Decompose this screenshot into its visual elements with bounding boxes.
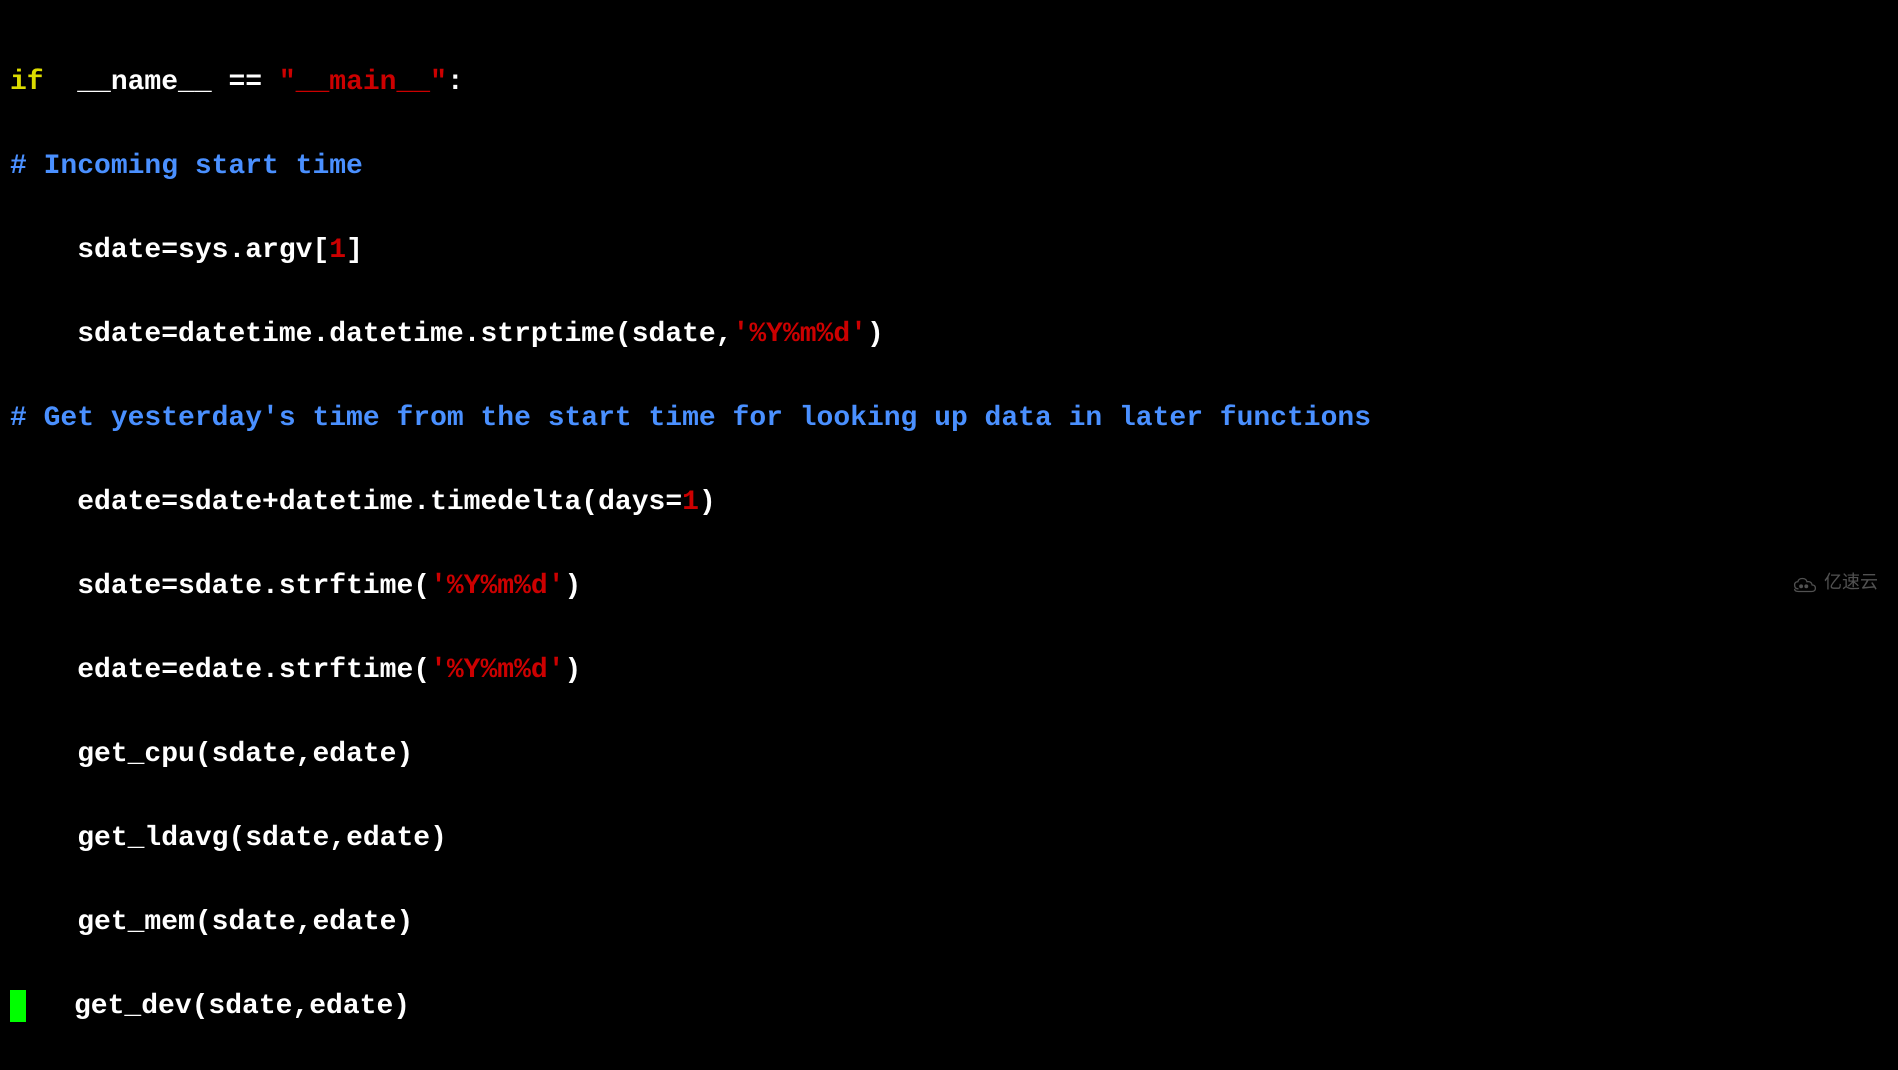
comment-yesterday: # Get yesterday's time from the start ti…	[10, 403, 1371, 434]
code-line-11: get_mem(sdate,edate)	[10, 902, 1888, 944]
get-cpu-call: get_cpu(sdate,edate)	[77, 739, 413, 770]
code-block: if __name__ == "__main__": # Incoming st…	[10, 20, 1888, 1070]
sdate-strptime: sdate=datetime.datetime.strptime(sdate,	[77, 319, 732, 350]
code-line-9: get_cpu(sdate,edate)	[10, 734, 1888, 776]
number-1: 1	[329, 235, 346, 266]
code-line-2: # Incoming start time	[10, 146, 1888, 188]
get-mem-call: get_mem(sdate,edate)	[77, 907, 413, 938]
watermark: 亿速云	[1792, 571, 1878, 598]
sdate-strftime: sdate=sdate.strftime(	[77, 571, 430, 602]
edate-timedelta: edate=sdate+datetime.timedelta(days=	[77, 487, 682, 518]
code-line-10: get_ldavg(sdate,edate)	[10, 818, 1888, 860]
code-line-8: edate=edate.strftime('%Y%m%d')	[10, 650, 1888, 692]
string-ymd-3: '%Y%m%d'	[430, 655, 564, 686]
sdate-argv: sdate=sys.argv[	[77, 235, 329, 266]
code-line-5: # Get yesterday's time from the start ti…	[10, 398, 1888, 440]
number-1b: 1	[682, 487, 699, 518]
string-ymd-2: '%Y%m%d'	[430, 571, 564, 602]
name-eq: __name__ ==	[44, 67, 279, 98]
colon: :	[447, 67, 464, 98]
code-line-7: sdate=sdate.strftime('%Y%m%d')	[10, 566, 1888, 608]
get-ldavg-call: get_ldavg(sdate,edate)	[77, 823, 447, 854]
watermark-text: 亿速云	[1824, 571, 1878, 598]
code-line-4: sdate=datetime.datetime.strptime(sdate,'…	[10, 314, 1888, 356]
comment-incoming: # Incoming start time	[10, 151, 363, 182]
cloud-icon	[1792, 576, 1818, 594]
edate-strftime: edate=edate.strftime(	[77, 655, 430, 686]
string-main: "__main__"	[279, 67, 447, 98]
code-line-1: if __name__ == "__main__":	[10, 62, 1888, 104]
keyword-if: if	[10, 67, 44, 98]
code-line-3: sdate=sys.argv[1]	[10, 230, 1888, 272]
get-dev-call: get_dev(sdate,edate)	[74, 991, 410, 1022]
string-ymd-1: '%Y%m%d'	[733, 319, 867, 350]
cursor-block	[10, 990, 26, 1022]
code-line-12: get_dev(sdate,edate)	[10, 986, 1888, 1028]
code-line-6: edate=sdate+datetime.timedelta(days=1)	[10, 482, 1888, 524]
